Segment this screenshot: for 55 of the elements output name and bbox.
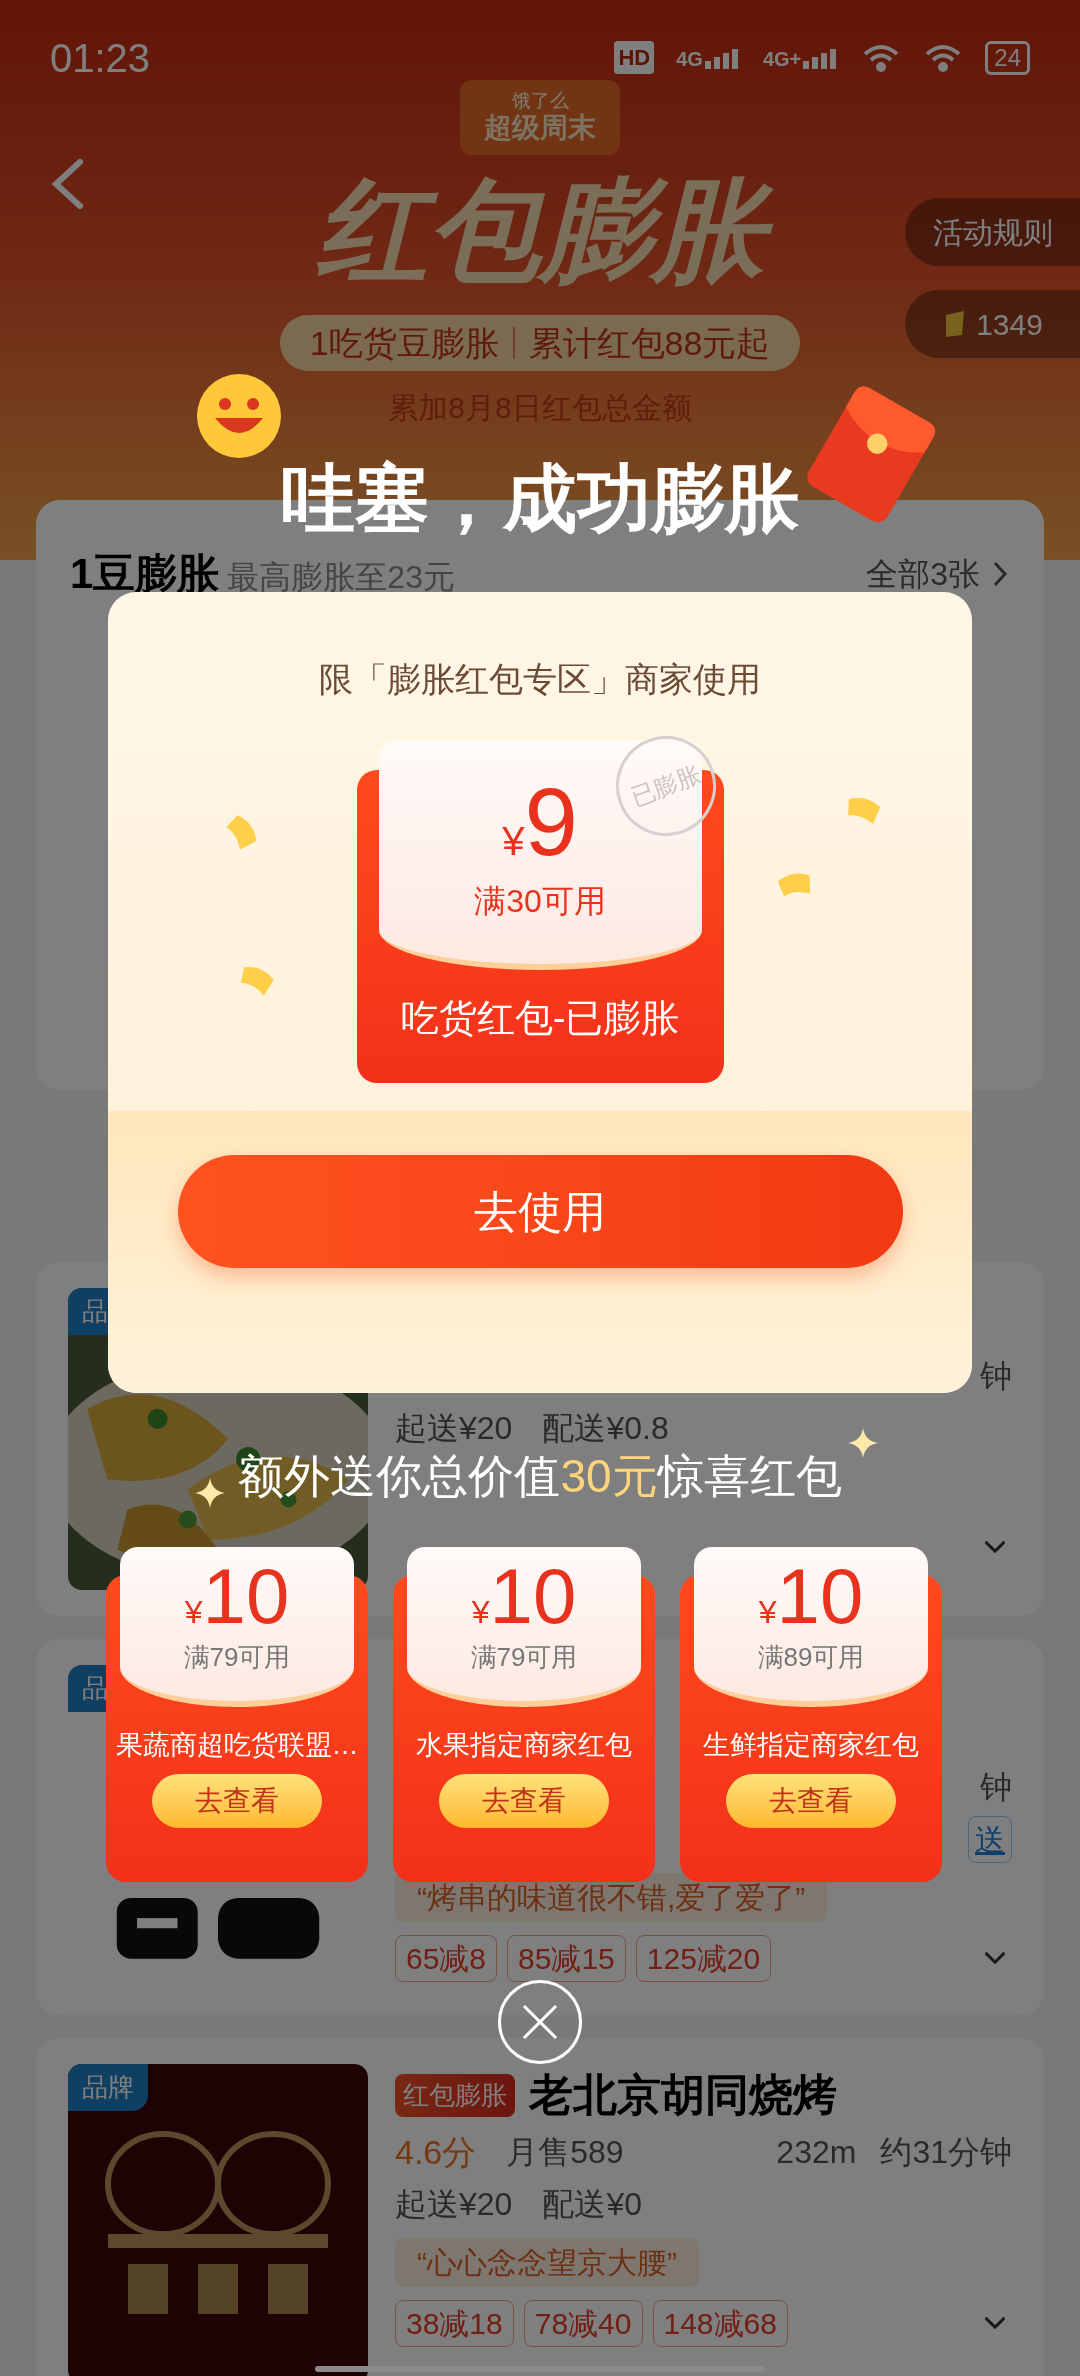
coupon-name: 果蔬商超吃货联盟… xyxy=(115,1729,359,1762)
pill-text: 1吃货豆膨胀 xyxy=(309,322,499,364)
discount-tag: 38减18 xyxy=(395,2299,514,2347)
review-quote: “心心念念望京大腰” xyxy=(395,2237,699,2287)
coupon-amount: 9 xyxy=(524,774,578,870)
close-icon xyxy=(520,2002,560,2042)
monthly-sales: 月售589 xyxy=(506,2133,624,2172)
section-title: 1豆膨胀 xyxy=(70,549,220,599)
delivery-time: 钟 xyxy=(980,1357,1012,1396)
coupon-condition: 满89可用 xyxy=(757,1641,865,1674)
close-button[interactable] xyxy=(498,1980,582,2064)
brand-badge: 品牌 xyxy=(68,2064,148,2111)
view-button[interactable]: 去查看 xyxy=(726,1773,896,1828)
minimum-order: 起送¥20 xyxy=(395,2185,513,2224)
signal-indicator: 4G xyxy=(676,46,741,69)
brand-logo: 饿了么 xyxy=(511,90,569,110)
minimum-order: 起送¥20 xyxy=(395,1409,513,1448)
store-card[interactable]: 品牌 红包膨胀 老北京胡同烧烤 4.6分 月售589 232m 约31分钟 起送¥20 配送¥0 “心心念念望京大腰” 38减18 78减40 148减68 xyxy=(36,2038,1044,2376)
hd-badge: HD xyxy=(614,41,655,74)
banner-title: 红包膨胀 xyxy=(292,161,788,301)
discount-tag: 78减40 xyxy=(523,2299,643,2347)
signal-indicator: 4G+ xyxy=(762,46,840,69)
coupon-name: 吃货红包-已膨胀 xyxy=(400,996,680,1041)
view-button[interactable]: 去查看 xyxy=(439,1773,609,1828)
view-button[interactable]: 去查看 xyxy=(152,1773,322,1828)
bonus-message: 额外送你总价值30元惊喜红包 xyxy=(238,1449,842,1504)
discount-tag: 125减20 xyxy=(635,1934,772,1982)
distance: 232m xyxy=(776,2133,857,2172)
coupon-name: 水果指定商家红包 xyxy=(416,1729,632,1762)
clock: 01:23 xyxy=(50,34,151,82)
rating: 4.6分 xyxy=(395,2131,477,2173)
delivery-fee: 配送¥0 xyxy=(542,2185,642,2224)
delivery-time: 约31分钟 xyxy=(880,2133,1012,2172)
discount-tag: 148减68 xyxy=(652,2299,788,2347)
promo-tag: 红包膨胀 xyxy=(395,2073,515,2117)
usage-restriction: 限「膨胀红包专区」商家使用 xyxy=(319,659,761,700)
section-subtitle: 最高膨胀至23元 xyxy=(227,558,455,597)
pill-text: 累计红包88元起 xyxy=(528,322,771,364)
sparkle-icon xyxy=(195,1478,225,1508)
discount-tag: 65减8 xyxy=(395,1934,498,1982)
delivery-fee: 配送¥0.8 xyxy=(542,1409,669,1448)
delivery-time: 钟 xyxy=(980,1768,1012,1807)
event-name: 超级周末 xyxy=(484,110,596,145)
coupon-condition: 满79可用 xyxy=(470,1641,578,1674)
smiley-icon xyxy=(195,372,283,460)
use-button[interactable]: 去使用 xyxy=(177,1155,903,1268)
coupon-condition: 满79可用 xyxy=(183,1641,291,1674)
coupon-name: 生鲜指定商家红包 xyxy=(703,1729,919,1762)
coupon-condition: 满30可用 xyxy=(474,882,606,921)
discount-tag: 85减15 xyxy=(507,1934,626,1982)
delivery-link[interactable]: 送 xyxy=(968,1815,1012,1863)
currency: ¥ xyxy=(502,818,525,865)
store-name: 老北京胡同烧烤 xyxy=(529,2069,837,2121)
sparkle-icon xyxy=(848,1428,878,1458)
battery-indicator: 24 xyxy=(985,40,1030,75)
